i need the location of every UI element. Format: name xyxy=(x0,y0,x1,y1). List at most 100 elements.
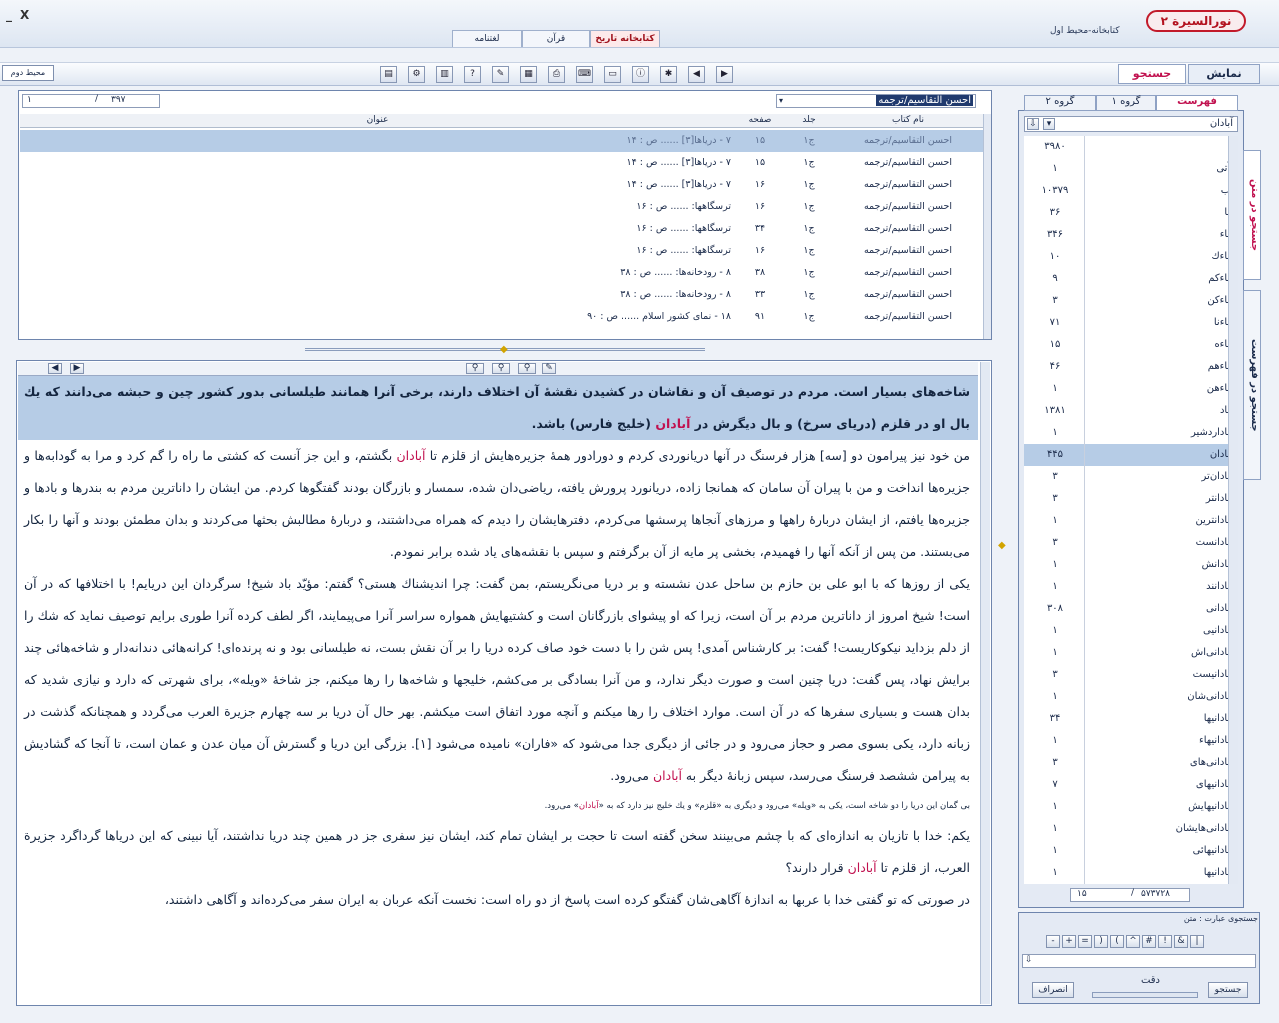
operator-button[interactable]: ^ xyxy=(1126,935,1140,948)
operator-button[interactable]: & xyxy=(1174,935,1188,948)
index-item[interactable]: آباءكم ۹ xyxy=(1024,268,1237,290)
index-item[interactable]: آآتی ۱ xyxy=(1024,158,1237,180)
operator-button[interactable]: # xyxy=(1142,935,1156,948)
tab-search[interactable]: جستجو xyxy=(1118,64,1186,84)
index-item[interactable]: آباءك ۱۰ xyxy=(1024,246,1237,268)
operator-button[interactable]: ! xyxy=(1158,935,1172,948)
index-item[interactable]: آبادان‌تر ۳ xyxy=(1024,466,1237,488)
info-icon[interactable]: ⓘ xyxy=(632,66,649,83)
filter-icon[interactable]: ⇩ xyxy=(1027,118,1039,130)
book-selector[interactable]: احسن التقاسیم/ترجمه ▾ xyxy=(776,94,976,108)
tab-search-in-index[interactable]: جستجو در فهرست xyxy=(1243,290,1261,480)
tab-search-in-text[interactable]: جستجو در متن xyxy=(1243,150,1261,280)
operator-button[interactable]: ) xyxy=(1110,935,1124,948)
index-tab-group1[interactable]: گروه ۱ xyxy=(1096,95,1156,111)
highlight-icon[interactable]: ✎ xyxy=(542,363,556,374)
index-item[interactable]: آبادانیی ۱ xyxy=(1024,620,1237,642)
index-count: ۳۹۸۰ xyxy=(1044,141,1066,152)
search-button[interactable]: جستجو xyxy=(1208,982,1248,998)
index-item[interactable]: آب ۱۰۳۷۹ xyxy=(1024,180,1237,202)
find-icon[interactable]: ⚲ xyxy=(466,363,484,374)
chevron-down-icon[interactable]: ▾ xyxy=(1043,118,1055,130)
tab-history-library[interactable]: کتابخانه تاریخ xyxy=(590,30,660,47)
prev-icon[interactable]: ◀ xyxy=(688,66,705,83)
index-tab-group2[interactable]: گروه ۲ xyxy=(1024,95,1096,111)
settings-icon[interactable]: ✱ xyxy=(660,66,677,83)
index-scrollbar[interactable] xyxy=(1228,136,1238,884)
index-item[interactable]: آبادانیهای ۷ xyxy=(1024,774,1237,796)
operator-button[interactable]: ( xyxy=(1094,935,1108,948)
index-item[interactable]: آبادانیهائی ۱ xyxy=(1024,840,1237,862)
phrase-search-input[interactable]: ⇩ xyxy=(1022,954,1256,968)
operator-button[interactable]: - xyxy=(1046,935,1060,948)
find-next-icon[interactable]: ⚲ xyxy=(492,363,510,374)
index-item[interactable]: آبادانست ۳ xyxy=(1024,532,1237,554)
text-next-button[interactable]: ▶ xyxy=(70,363,84,374)
result-row[interactable]: احسن التقاسیم/ترجمه ج۱ ۱۶ ترسگاهها: ...... … xyxy=(20,240,983,262)
dropdown-icon[interactable]: ⇩ xyxy=(1025,955,1033,965)
keyboard-icon[interactable]: ⌨ xyxy=(576,66,593,83)
index-item[interactable]: آبادانترین ۱ xyxy=(1024,510,1237,532)
help-icon[interactable]: ? xyxy=(464,66,481,83)
result-row[interactable]: احسن التقاسیم/ترجمه ج۱ ۳۳ ۸ - رودخانه‌ها: .… xyxy=(20,284,983,306)
cancel-button[interactable]: انصراف xyxy=(1032,982,1074,998)
index-item[interactable]: آبادانش ۱ xyxy=(1024,554,1237,576)
tab-display[interactable]: نمایش xyxy=(1188,64,1260,84)
index-item[interactable]: آبادانیهاء ۱ xyxy=(1024,730,1237,752)
print-icon[interactable]: ⎙ xyxy=(548,66,565,83)
grid-icon[interactable]: ▤ xyxy=(380,66,397,83)
result-row[interactable]: احسن التقاسیم/ترجمه ج۱ ۱۶ ترسگاهها: ...... … xyxy=(20,196,983,218)
operator-button[interactable]: | xyxy=(1190,935,1204,948)
index-item[interactable]: آ۳۹۸۰ xyxy=(1024,136,1237,158)
index-item[interactable]: آبادانیهایش ۱ xyxy=(1024,796,1237,818)
index-item[interactable]: آبادانیها ۳۴ xyxy=(1024,708,1237,730)
page-icon[interactable]: ▦ xyxy=(520,66,537,83)
edit-icon[interactable]: ✎ xyxy=(492,66,509,83)
index-item[interactable]: آبادانیها ۱ xyxy=(1024,862,1237,884)
next-icon[interactable]: ▶ xyxy=(716,66,733,83)
doc-icon[interactable]: ▭ xyxy=(604,66,621,83)
index-item[interactable]: آباء ۳۴۶ xyxy=(1024,224,1237,246)
index-item[interactable]: آباءهم ۴۶ xyxy=(1024,356,1237,378)
tab-dictionary[interactable]: لغتنامه xyxy=(452,30,522,47)
index-search-input[interactable]: آبادان ⇩ ▾ xyxy=(1024,116,1238,132)
operator-button[interactable]: + xyxy=(1062,935,1076,948)
precision-slider[interactable] xyxy=(1092,992,1198,998)
result-row[interactable]: احسن التقاسیم/ترجمه ج۱ ۳۸ ۸ - رودخانه‌ها: .… xyxy=(20,262,983,284)
book-icon[interactable]: ▥ xyxy=(436,66,453,83)
tab-quran[interactable]: قرآن xyxy=(522,30,590,47)
result-row[interactable]: احسن التقاسیم/ترجمه ج۱ ۱۵ ۷ - دریاها[۳] ...… xyxy=(20,130,983,152)
environment-two-button[interactable]: محیط دوم xyxy=(2,65,54,81)
index-item[interactable]: آبادانی‌های ۳ xyxy=(1024,752,1237,774)
result-row[interactable]: احسن التقاسیم/ترجمه ج۱ ۱۶ ۷ - دریاها[۳] ...… xyxy=(20,174,983,196)
text-scrollbar[interactable] xyxy=(980,362,990,1004)
text-prev-button[interactable]: ◀ xyxy=(48,363,62,374)
index-item[interactable]: آبا۳۶ xyxy=(1024,202,1237,224)
vertical-splitter-icon[interactable]: ◆ xyxy=(998,540,1010,551)
index-item[interactable]: آبادانیست ۳ xyxy=(1024,664,1237,686)
index-item[interactable]: آبادانند ۱ xyxy=(1024,576,1237,598)
index-item[interactable]: آباءنا ۷۱ xyxy=(1024,312,1237,334)
splitter-handle-icon[interactable]: ◆ xyxy=(500,344,510,355)
index-item[interactable]: آباد ۱۳۸۱ xyxy=(1024,400,1237,422)
index-item[interactable]: آبادانی‌اش ۱ xyxy=(1024,642,1237,664)
index-item[interactable]: آباداردشیر ۱ xyxy=(1024,422,1237,444)
operator-button[interactable]: = xyxy=(1078,935,1092,948)
index-item[interactable]: آبادانی ۳۰۸ xyxy=(1024,598,1237,620)
minimize-button[interactable]: _ xyxy=(6,8,12,22)
index-tab-list[interactable]: فهرست xyxy=(1156,95,1238,111)
results-scrollbar[interactable] xyxy=(983,114,991,339)
find-prev-icon[interactable]: ⚲ xyxy=(518,363,536,374)
index-item[interactable]: آباءه ۱۵ xyxy=(1024,334,1237,356)
index-item[interactable]: آبادانتر ۳ xyxy=(1024,488,1237,510)
index-item[interactable]: آباءكن ۳ xyxy=(1024,290,1237,312)
result-row[interactable]: احسن التقاسیم/ترجمه ج۱ ۹۱ ۱۸ - نمای کشور اس… xyxy=(20,306,983,328)
tools-icon[interactable]: ⚙ xyxy=(408,66,425,83)
index-item[interactable]: آبادان ۴۴۵ xyxy=(1024,444,1237,466)
index-item[interactable]: آبادانی‌هایشان ۱ xyxy=(1024,818,1237,840)
index-item[interactable]: آبادانی‌شان ۱ xyxy=(1024,686,1237,708)
result-row[interactable]: احسن التقاسیم/ترجمه ج۱ ۱۵ ۷ - دریاها[۳] ...… xyxy=(20,152,983,174)
result-row[interactable]: احسن التقاسیم/ترجمه ج۱ ۳۴ ترسگاهها: ...... … xyxy=(20,218,983,240)
close-button[interactable]: X xyxy=(20,8,29,22)
index-item[interactable]: آباءهن ۱ xyxy=(1024,378,1237,400)
